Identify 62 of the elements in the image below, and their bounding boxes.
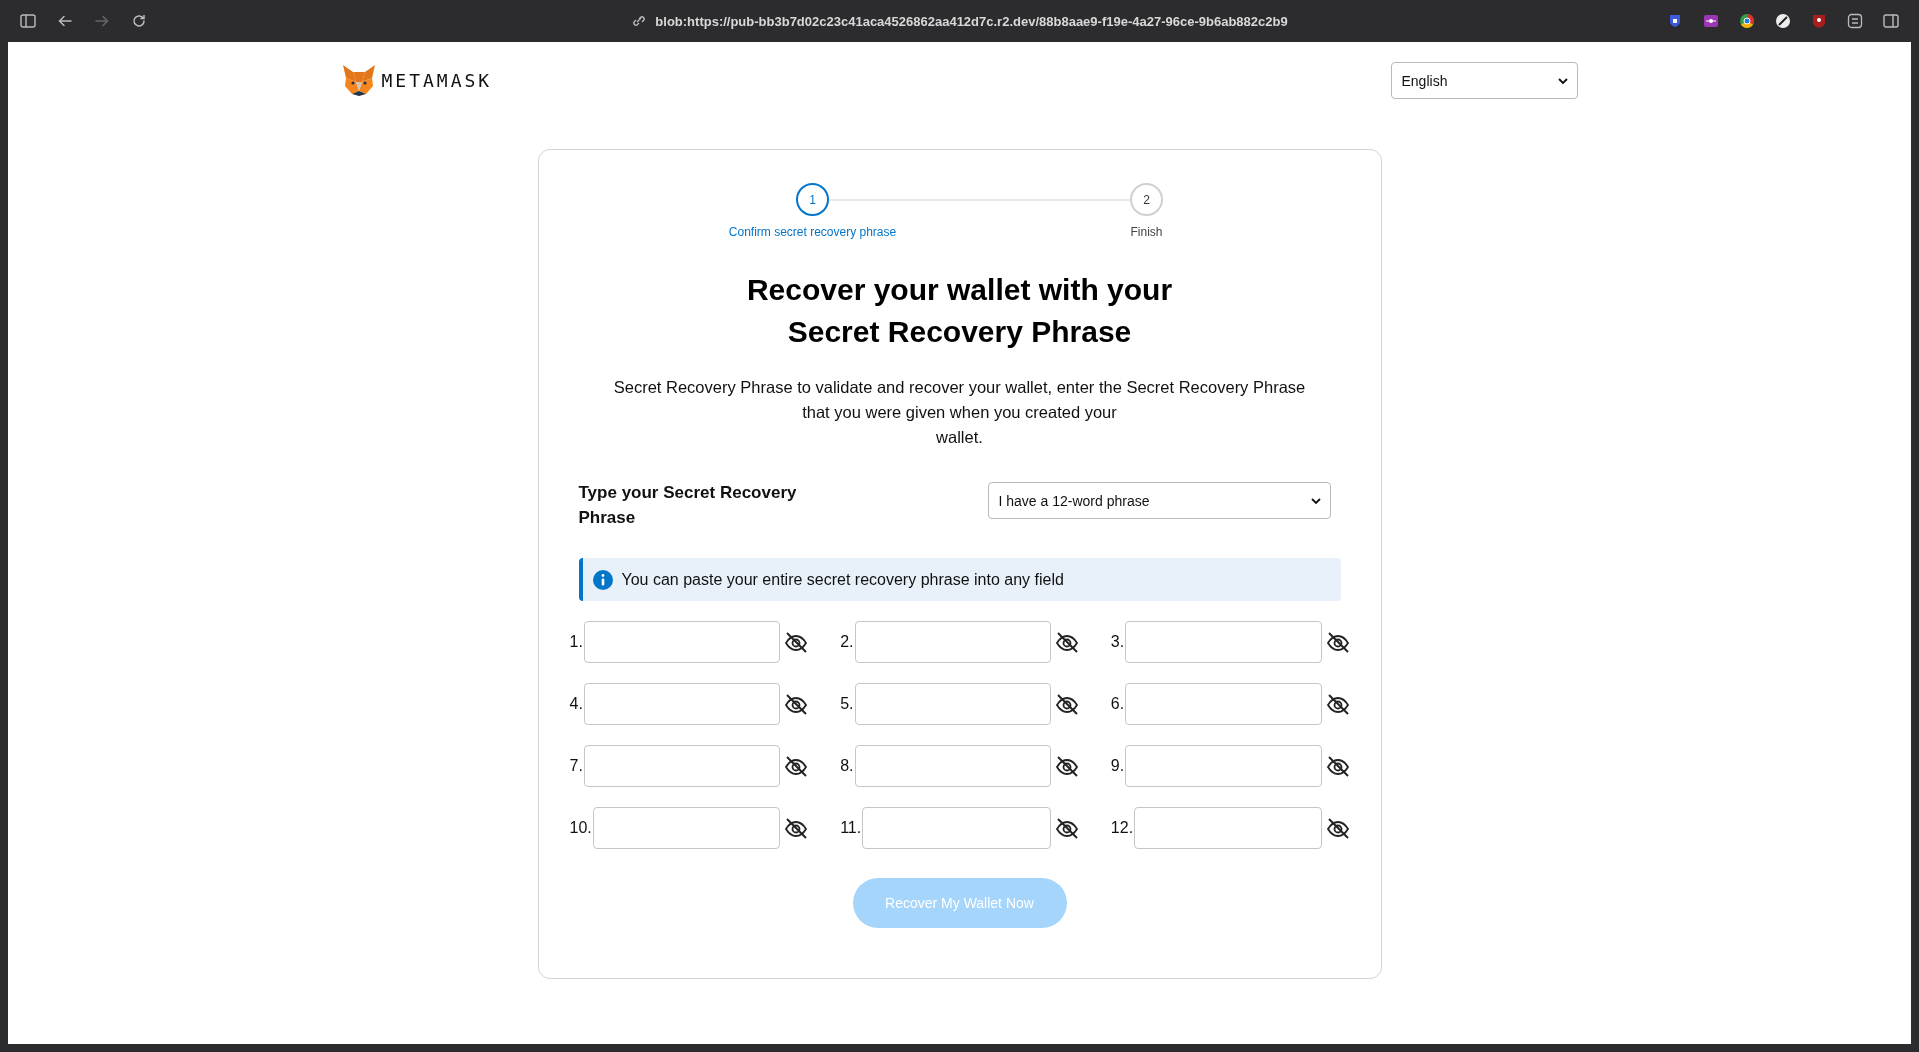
link-icon (631, 13, 648, 29)
eye-slash-icon[interactable] (1325, 816, 1350, 840)
info-text: You can paste your entire secret recovery phrase into any field (621, 570, 1064, 589)
eye-slash-icon[interactable] (1054, 816, 1079, 840)
word-number: 10. (569, 819, 592, 837)
word-number: 2. (840, 633, 854, 651)
word-number: 6. (1110, 695, 1125, 713)
extensions-icon[interactable] (1847, 13, 1863, 29)
back-icon[interactable] (57, 13, 73, 29)
word-number: 11. (840, 819, 862, 837)
shield-extension-icon[interactable] (1811, 13, 1827, 29)
eye-slash-icon[interactable] (1054, 754, 1079, 778)
word-input-field[interactable] (1134, 807, 1322, 849)
fox-logo-icon (341, 64, 376, 96)
eye-slash-icon[interactable] (1325, 630, 1350, 654)
phrase-type-label: Type your Secret Recovery Phrase (578, 482, 798, 529)
word-input-field[interactable] (862, 807, 1051, 849)
eye-slash-icon[interactable] (1325, 692, 1350, 716)
word-number: 4. (569, 695, 583, 713)
word-input-field[interactable] (854, 683, 1051, 725)
step-number[interactable]: 1 (796, 183, 829, 216)
eye-slash-icon[interactable] (1325, 754, 1350, 778)
eye-slash-icon[interactable] (1054, 692, 1079, 716)
word-input-field[interactable] (854, 745, 1051, 787)
step-label: Confirm secret recovery phrase (728, 225, 897, 239)
phrase-length-select[interactable]: I have a 12-word phrase (987, 482, 1331, 519)
step-number[interactable]: 2 (1130, 183, 1163, 216)
shield-extension-icon[interactable] (1667, 13, 1683, 29)
word-number: 1. (569, 633, 583, 651)
word-number: 3. (1110, 633, 1125, 651)
description-text: Secret Recovery Phrase to validate and recover your wallet, enter the Secret Recovery Phrase that you were given when you created your wallet. (613, 377, 1306, 448)
language-select[interactable]: English (1390, 62, 1578, 99)
eye-slash-icon[interactable] (784, 816, 809, 840)
word-number: 12. (1110, 819, 1134, 837)
eye-slash-icon[interactable] (784, 692, 809, 716)
word-input-field[interactable] (592, 807, 781, 849)
extension-icon[interactable] (1703, 13, 1719, 29)
word-input-field[interactable] (1125, 621, 1322, 663)
eye-slash-icon[interactable] (784, 754, 809, 778)
word-input-field[interactable] (583, 745, 781, 787)
word-number: 7. (569, 757, 583, 775)
sidebar-icon[interactable] (20, 13, 36, 29)
info-icon (592, 569, 613, 590)
eye-slash-icon[interactable] (1054, 630, 1079, 654)
word-input-field[interactable] (1125, 683, 1322, 725)
word-input-field[interactable] (854, 621, 1051, 663)
page-title: Recover your wallet with your Secret Recovery Phrase (746, 272, 1173, 350)
address-bar-url[interactable]: blob:https://pub-bb3b7d02c23c41aca4526862aa412d7c.r2.dev/88b8aae9-f19e-4a27-96ce-9b6ab882c2b9 (655, 13, 1288, 29)
eye-slash-icon[interactable] (784, 630, 809, 654)
blocked-extension-icon[interactable] (1775, 13, 1791, 29)
word-number: 9. (1110, 757, 1125, 775)
word-input-field[interactable] (583, 621, 781, 663)
logo-wordmark: METAMASK (381, 69, 493, 91)
word-input-field[interactable] (583, 683, 781, 725)
sidebar-icon[interactable] (1883, 13, 1899, 29)
word-number: 8. (840, 757, 854, 775)
chevron-down-icon (1309, 495, 1322, 506)
word-number: 5. (840, 695, 854, 713)
chevron-down-icon (1556, 75, 1569, 86)
word-input-field[interactable] (1125, 745, 1322, 787)
reload-icon[interactable] (131, 13, 147, 29)
step-label: Finish (1130, 225, 1163, 239)
